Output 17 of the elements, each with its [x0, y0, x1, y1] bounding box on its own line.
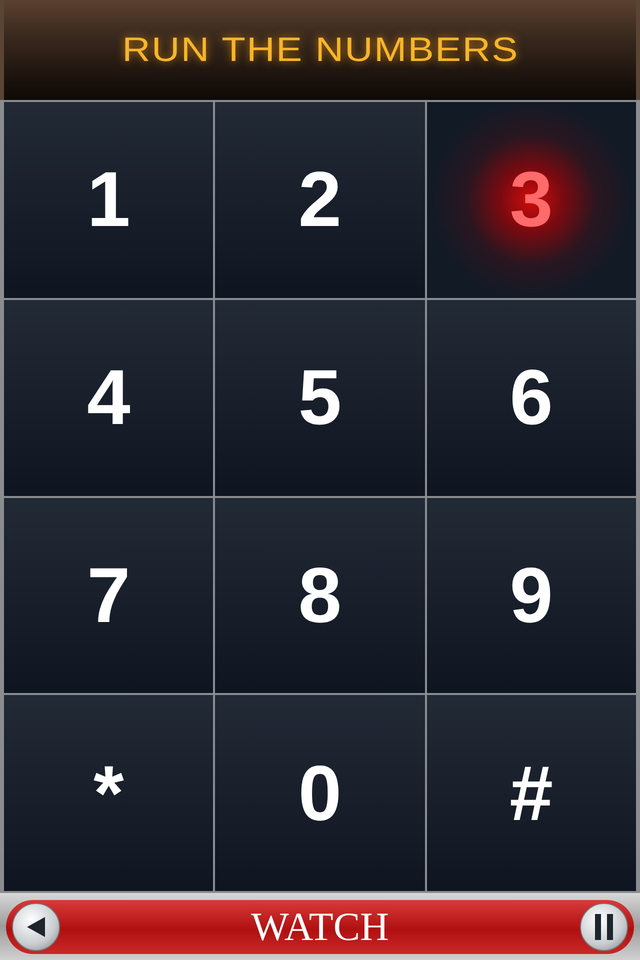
keypad-key[interactable]: 5 — [215, 300, 425, 496]
keypad-key[interactable]: 9 — [426, 498, 636, 694]
back-button[interactable] — [12, 902, 60, 950]
keypad-key[interactable]: 4 — [4, 300, 214, 496]
pause-button[interactable] — [580, 902, 628, 950]
app-title: RUN THE NUMBERS — [122, 30, 518, 70]
keypad-key[interactable]: # — [426, 695, 636, 891]
keypad-key[interactable]: 0 — [215, 695, 425, 891]
back-icon — [25, 914, 47, 938]
keypad-key[interactable]: 1 — [4, 102, 214, 298]
keypad-key[interactable]: * — [4, 695, 214, 891]
watch-button[interactable]: WATCH — [243, 903, 397, 950]
keypad-key[interactable]: 8 — [215, 498, 425, 694]
keypad-key[interactable]: 2 — [215, 102, 425, 298]
keypad-key[interactable]: 6 — [426, 300, 636, 496]
pause-icon — [593, 912, 615, 940]
keypad-key[interactable]: 7 — [4, 498, 214, 694]
